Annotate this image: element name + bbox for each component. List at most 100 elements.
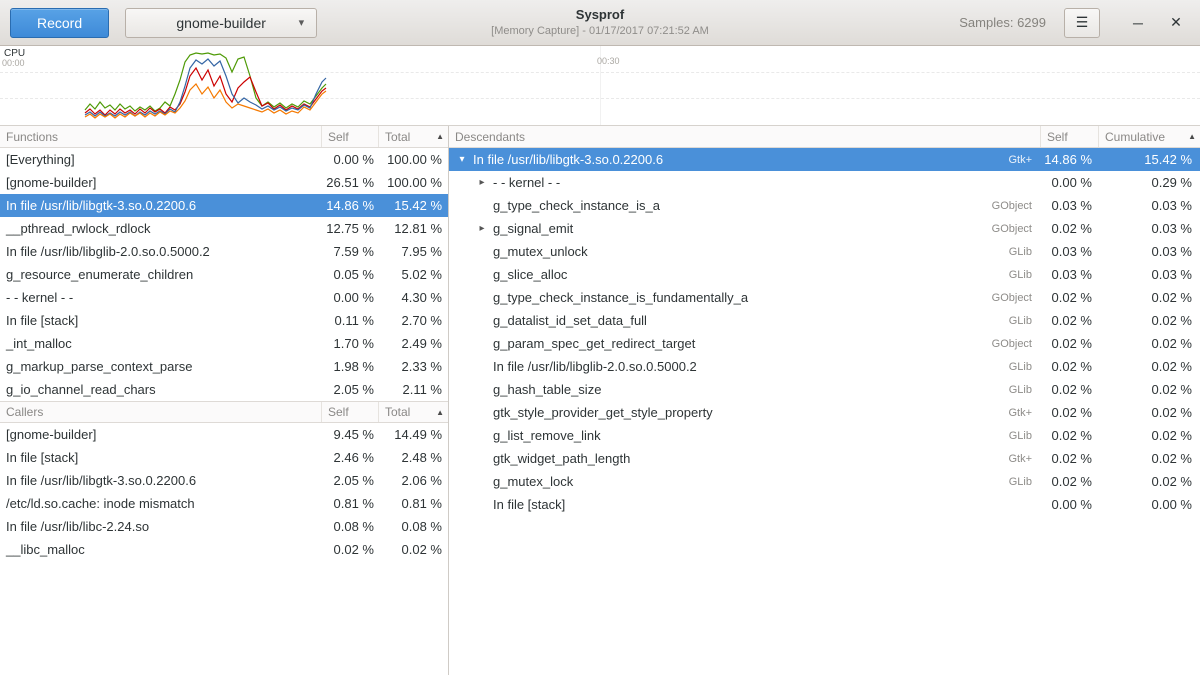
total-column-header[interactable]: Total ▲ bbox=[378, 126, 448, 147]
self-column-header[interactable]: Self bbox=[1040, 126, 1098, 147]
window-title-block: Sysprof [Memory Capture] - 01/17/2017 07… bbox=[491, 7, 709, 38]
cumulative-value: 0.29 % bbox=[1098, 175, 1200, 190]
expander-icon[interactable]: ▸ bbox=[473, 177, 491, 188]
table-row[interactable]: g_markup_parse_context_parse1.98 %2.33 % bbox=[0, 355, 448, 378]
tree-row[interactable]: In file /usr/lib/libglib-2.0.so.0.5000.2… bbox=[449, 355, 1200, 378]
function-name: g_mutex_lock bbox=[491, 474, 1009, 489]
column-label: Functions bbox=[6, 130, 58, 144]
cumulative-value: 0.03 % bbox=[1098, 198, 1200, 213]
table-row[interactable]: g_io_channel_read_chars2.05 %2.11 % bbox=[0, 378, 448, 401]
tree-row[interactable]: g_slice_allocGLib0.03 %0.03 % bbox=[449, 263, 1200, 286]
self-value: 0.08 % bbox=[321, 519, 378, 534]
table-row[interactable]: __libc_malloc0.02 %0.02 % bbox=[0, 538, 448, 561]
cumulative-value: 0.03 % bbox=[1098, 221, 1200, 236]
total-column-header[interactable]: Total ▲ bbox=[378, 402, 448, 422]
function-name: In file /usr/lib/libglib-2.0.so.0.5000.2 bbox=[491, 359, 1009, 374]
tree-row[interactable]: ▸- - kernel - -0.00 %0.29 % bbox=[449, 171, 1200, 194]
function-name: _int_malloc bbox=[0, 336, 321, 351]
table-row[interactable]: [gnome-builder]26.51 %100.00 % bbox=[0, 171, 448, 194]
functions-column-header[interactable]: Functions bbox=[0, 126, 321, 147]
function-name: g_io_channel_read_chars bbox=[0, 382, 321, 397]
table-row[interactable]: In file [stack]2.46 %2.48 % bbox=[0, 446, 448, 469]
tree-row[interactable]: g_mutex_lockGLib0.02 %0.02 % bbox=[449, 470, 1200, 493]
descendants-column-header[interactable]: Descendants bbox=[449, 126, 1040, 147]
self-value: 14.86 % bbox=[321, 198, 378, 213]
main-content: Functions Self Total ▲ [Everything]0.00 … bbox=[0, 126, 1200, 675]
self-value: 0.02 % bbox=[1040, 474, 1098, 489]
function-name: g_slice_alloc bbox=[491, 267, 1009, 282]
total-value: 0.08 % bbox=[378, 519, 448, 534]
self-column-header[interactable]: Self bbox=[321, 126, 378, 147]
tree-row[interactable]: g_datalist_id_set_data_fullGLib0.02 %0.0… bbox=[449, 309, 1200, 332]
tree-row[interactable]: g_param_spec_get_redirect_targetGObject0… bbox=[449, 332, 1200, 355]
tree-row[interactable]: gtk_style_provider_get_style_propertyGtk… bbox=[449, 401, 1200, 424]
total-value: 15.42 % bbox=[378, 198, 448, 213]
function-name: g_resource_enumerate_children bbox=[0, 267, 321, 282]
total-value: 2.11 % bbox=[378, 382, 448, 397]
tree-row[interactable]: ▸g_signal_emitGObject0.02 %0.03 % bbox=[449, 217, 1200, 240]
total-value: 100.00 % bbox=[378, 175, 448, 190]
table-row[interactable]: In file /usr/lib/libc-2.24.so0.08 %0.08 … bbox=[0, 515, 448, 538]
minimize-button[interactable]: ─ bbox=[1124, 9, 1152, 37]
self-value: 0.02 % bbox=[1040, 451, 1098, 466]
function-name: In file /usr/lib/libgtk-3.so.0.2200.6 bbox=[0, 198, 321, 213]
function-name: g_list_remove_link bbox=[491, 428, 1009, 443]
cumulative-value: 0.02 % bbox=[1098, 382, 1200, 397]
samples-count: Samples: 6299 bbox=[959, 15, 1046, 30]
cumulative-column-header[interactable]: Cumulative ▲ bbox=[1098, 126, 1200, 147]
self-value: 0.02 % bbox=[1040, 313, 1098, 328]
expander-icon[interactable]: ▾ bbox=[453, 154, 471, 165]
table-row[interactable]: [gnome-builder]9.45 %14.49 % bbox=[0, 423, 448, 446]
cumulative-value: 0.02 % bbox=[1098, 336, 1200, 351]
total-value: 2.49 % bbox=[378, 336, 448, 351]
callers-header-row: Callers Self Total ▲ bbox=[0, 401, 448, 423]
total-value: 0.02 % bbox=[378, 542, 448, 557]
library-tag: GLib bbox=[1009, 361, 1040, 373]
self-value: 0.02 % bbox=[321, 542, 378, 557]
tree-row[interactable]: g_mutex_unlockGLib0.03 %0.03 % bbox=[449, 240, 1200, 263]
library-tag: GLib bbox=[1009, 384, 1040, 396]
function-name: In file /usr/lib/libglib-2.0.so.0.5000.2 bbox=[0, 244, 321, 259]
column-label: Self bbox=[328, 405, 349, 419]
tree-row[interactable]: g_list_remove_linkGLib0.02 %0.02 % bbox=[449, 424, 1200, 447]
table-row[interactable]: __pthread_rwlock_rdlock12.75 %12.81 % bbox=[0, 217, 448, 240]
tree-row[interactable]: ▾In file /usr/lib/libgtk-3.so.0.2200.6Gt… bbox=[449, 148, 1200, 171]
callers-column-header[interactable]: Callers bbox=[0, 402, 321, 422]
cpu-timeline[interactable]: CPU 00:00 00:30 bbox=[0, 46, 1200, 126]
sort-indicator-icon: ▲ bbox=[436, 132, 444, 141]
process-selector-dropdown[interactable]: gnome-builder ▾ bbox=[125, 8, 317, 38]
total-value: 2.70 % bbox=[378, 313, 448, 328]
table-row[interactable]: g_resource_enumerate_children0.05 %5.02 … bbox=[0, 263, 448, 286]
table-row[interactable]: /etc/ld.so.cache: inode mismatch0.81 %0.… bbox=[0, 492, 448, 515]
expander-icon[interactable]: ▸ bbox=[473, 223, 491, 234]
self-value: 0.11 % bbox=[321, 313, 378, 328]
table-row[interactable]: _int_malloc1.70 %2.49 % bbox=[0, 332, 448, 355]
close-button[interactable]: ✕ bbox=[1162, 9, 1190, 37]
function-name: gtk_style_provider_get_style_property bbox=[491, 405, 1008, 420]
tree-row[interactable]: g_type_check_instance_is_fundamentally_a… bbox=[449, 286, 1200, 309]
descendants-rows: ▾In file /usr/lib/libgtk-3.so.0.2200.6Gt… bbox=[449, 148, 1200, 516]
total-value: 7.95 % bbox=[378, 244, 448, 259]
table-row[interactable]: In file /usr/lib/libgtk-3.so.0.2200.614.… bbox=[0, 194, 448, 217]
table-row[interactable]: In file /usr/lib/libglib-2.0.so.0.5000.2… bbox=[0, 240, 448, 263]
function-name: g_param_spec_get_redirect_target bbox=[491, 336, 992, 351]
tree-row[interactable]: gtk_widget_path_lengthGtk+0.02 %0.02 % bbox=[449, 447, 1200, 470]
time-tick-start: 00:00 bbox=[2, 58, 25, 68]
record-button[interactable]: Record bbox=[10, 8, 109, 38]
self-value: 0.02 % bbox=[1040, 336, 1098, 351]
self-value: 0.03 % bbox=[1040, 244, 1098, 259]
header-bar: Record gnome-builder ▾ Sysprof [Memory C… bbox=[0, 0, 1200, 46]
close-icon: ✕ bbox=[1170, 14, 1182, 31]
tree-row[interactable]: In file [stack]0.00 %0.00 % bbox=[449, 493, 1200, 516]
tree-row[interactable]: g_hash_table_sizeGLib0.02 %0.02 % bbox=[449, 378, 1200, 401]
self-column-header[interactable]: Self bbox=[321, 402, 378, 422]
table-row[interactable]: In file /usr/lib/libgtk-3.so.0.2200.62.0… bbox=[0, 469, 448, 492]
table-row[interactable]: [Everything]0.00 %100.00 % bbox=[0, 148, 448, 171]
function-name: - - kernel - - bbox=[491, 175, 1032, 190]
tree-row[interactable]: g_type_check_instance_is_aGObject0.03 %0… bbox=[449, 194, 1200, 217]
library-tag: GObject bbox=[992, 200, 1040, 212]
table-row[interactable]: In file [stack]0.11 %2.70 % bbox=[0, 309, 448, 332]
menu-button[interactable]: ☰ bbox=[1064, 8, 1100, 38]
table-row[interactable]: - - kernel - -0.00 %4.30 % bbox=[0, 286, 448, 309]
column-label: Total bbox=[385, 130, 410, 144]
